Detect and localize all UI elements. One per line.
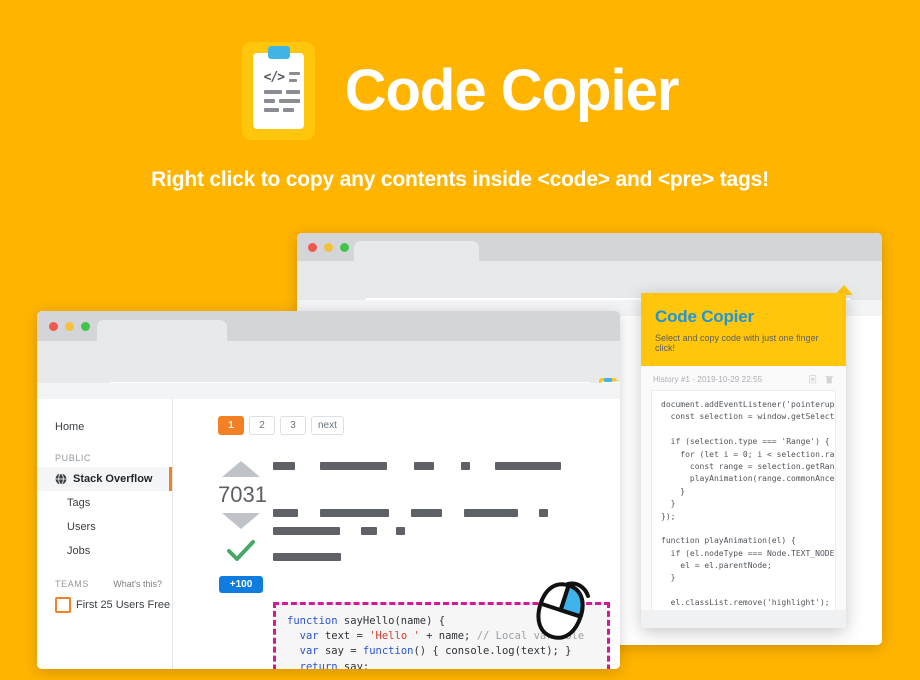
front-bookmark-strip	[37, 383, 620, 399]
page-title: Code Copier	[344, 58, 680, 123]
close-window-button[interactable]	[308, 243, 317, 252]
sidebar-item-tags[interactable]: Tags	[37, 491, 172, 515]
history-actions	[809, 375, 834, 384]
page-subtitle: Right click to copy any contents inside …	[151, 168, 769, 191]
teams-icon	[55, 597, 71, 613]
logo-code-glyph: </>	[263, 70, 286, 85]
history-code-1: document.addEventListener('pointerup', c…	[651, 390, 836, 628]
pagination-next[interactable]: next	[311, 416, 344, 435]
maximize-window-button[interactable]	[81, 322, 90, 331]
teams-item-label: First 25 Users Free	[76, 599, 171, 611]
pagination-page-2[interactable]: 2	[249, 416, 275, 435]
upvote-arrow-icon[interactable]	[222, 461, 260, 477]
trash-icon[interactable]	[825, 375, 834, 384]
sidebar-section-public: PUBLIC	[55, 453, 92, 463]
page-header: </> Code Copier Right click to copy any …	[0, 0, 920, 215]
teams-header: TEAMS What's this?	[37, 563, 172, 593]
stack-overflow-globe-icon	[55, 473, 67, 485]
front-traffic-lights	[49, 322, 90, 331]
history-label: History #1 - 2019-10-29 22:55	[653, 375, 763, 384]
sidebar-item-label: Stack Overflow	[73, 473, 153, 485]
browser-tab[interactable]	[354, 241, 479, 261]
browser-tab[interactable]	[97, 320, 227, 341]
pagination-page-1[interactable]: 1	[218, 416, 244, 435]
maximize-window-button[interactable]	[340, 243, 349, 252]
teams-whats-this-link[interactable]: What's this?	[113, 579, 162, 589]
code-copier-extension-popup: Code Copier Select and copy code with ju…	[641, 293, 846, 628]
popup-subtitle: Select and copy code with just one finge…	[655, 333, 819, 353]
close-window-button[interactable]	[49, 322, 58, 331]
bounty-badge: +100	[218, 576, 264, 593]
sidebar-item-home[interactable]: Home	[37, 399, 172, 439]
popup-header: Code Copier Select and copy code with ju…	[641, 293, 846, 366]
front-toolbar: ← → ↻ </>	[37, 341, 620, 406]
front-window-titlebar	[37, 311, 620, 341]
sidebar-item-jobs[interactable]: Jobs	[37, 539, 172, 563]
sidebar-item-teams-offer[interactable]: First 25 Users Free	[37, 593, 172, 613]
popup-title: Code Copier	[655, 307, 754, 326]
downvote-arrow-icon[interactable]	[222, 513, 260, 529]
site-sidebar: Home PUBLIC Stack Overflow Tags Users Jo…	[37, 399, 173, 669]
minimize-window-button[interactable]	[65, 322, 74, 331]
vote-column: 7031 +100	[218, 461, 267, 593]
brand-row: </> Code Copier	[0, 42, 920, 140]
accepted-check-icon	[218, 539, 264, 568]
back-window-titlebar	[297, 233, 882, 261]
pagination: 1 2 3 next	[218, 416, 344, 435]
back-traffic-lights	[308, 243, 349, 252]
popup-footer	[641, 610, 846, 628]
vote-score: 7031	[218, 482, 267, 507]
history-row-1: History #1 - 2019-10-29 22:55	[641, 366, 846, 390]
sidebar-item-stack-overflow[interactable]: Stack Overflow	[37, 467, 172, 491]
right-click-mouse-icon	[536, 581, 590, 640]
minimize-window-button[interactable]	[324, 243, 333, 252]
copy-icon[interactable]	[809, 375, 818, 384]
teams-label: TEAMS	[55, 579, 90, 589]
pagination-page-3[interactable]: 3	[280, 416, 306, 435]
sidebar-item-users[interactable]: Users	[37, 515, 172, 539]
clipboard-code-icon: </>	[241, 42, 315, 140]
placeholder-text-block	[273, 457, 610, 566]
